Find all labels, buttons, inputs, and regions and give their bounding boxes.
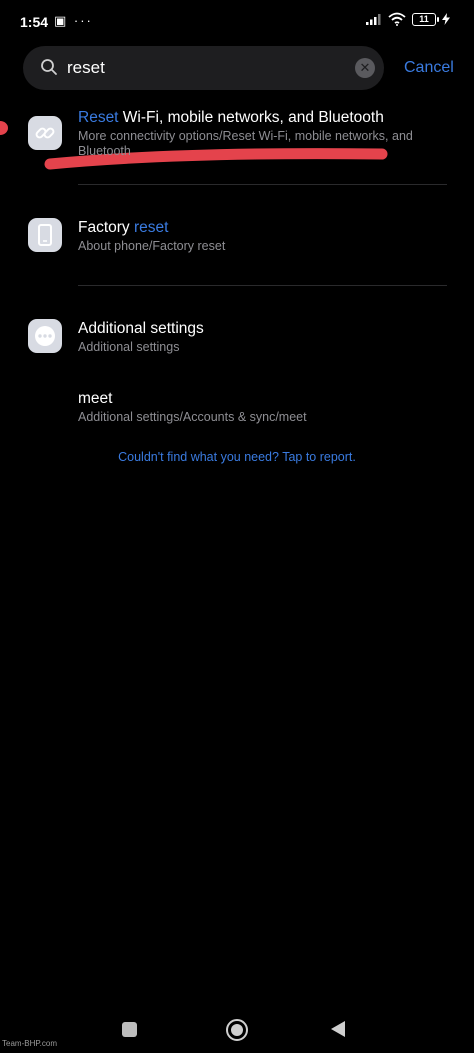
watermark: Team-BHP.com: [2, 1039, 57, 1048]
notification-icons: ▣ ···: [54, 13, 93, 28]
divider: [78, 285, 447, 286]
result-icon: [28, 319, 62, 353]
battery-icon: 11: [412, 12, 439, 26]
result-subtitle: About phone/Factory reset: [78, 239, 226, 253]
search-input[interactable]: reset ✕: [23, 46, 384, 90]
close-icon: ✕: [359, 60, 371, 75]
result-title: Reset Wi-Fi, mobile networks, and Blueto…: [78, 109, 384, 126]
link-icon: [35, 127, 55, 139]
recent-apps-button[interactable]: [122, 1022, 137, 1037]
charging-icon: [442, 13, 450, 25]
status-time: 1:54: [20, 14, 49, 30]
result-title: Factory reset: [78, 219, 169, 236]
status-right-icons: 11: [366, 12, 450, 26]
more-dots-icon: [35, 326, 55, 346]
signal-icon: [366, 14, 381, 25]
result-title: Additional settings: [78, 320, 204, 337]
result-subtitle: Additional settings: [78, 340, 180, 354]
divider: [78, 184, 447, 185]
search-row: reset ✕ Cancel: [0, 46, 474, 90]
report-link[interactable]: Couldn't find what you need? Tap to repo…: [0, 450, 474, 464]
result-additional-settings[interactable]: Additional settings Additional settings: [0, 319, 474, 359]
back-button[interactable]: [331, 1021, 345, 1037]
phone-icon: [38, 224, 52, 246]
result-title: meet: [78, 390, 113, 407]
wifi-icon: [388, 12, 406, 26]
status-bar: 1:54 ▣ ··· 11: [0, 0, 474, 42]
result-factory-reset[interactable]: Factory reset About phone/Factory reset: [0, 218, 474, 258]
navigation-bar: [0, 1010, 474, 1053]
result-reset-network[interactable]: Reset Wi-Fi, mobile networks, and Blueto…: [0, 108, 474, 178]
result-icon: [28, 218, 62, 252]
result-subtitle: More connectivity options/Reset Wi-Fi, m…: [78, 129, 413, 158]
search-query[interactable]: reset: [67, 58, 105, 78]
result-subtitle: Additional settings/Accounts & sync/meet: [78, 410, 307, 424]
home-button[interactable]: [226, 1019, 248, 1041]
clear-search-button[interactable]: ✕: [355, 58, 375, 78]
result-icon: [28, 116, 62, 150]
result-meet[interactable]: meet Additional settings/Accounts & sync…: [0, 389, 474, 429]
search-icon: [41, 59, 57, 75]
cancel-button[interactable]: Cancel: [404, 59, 454, 77]
